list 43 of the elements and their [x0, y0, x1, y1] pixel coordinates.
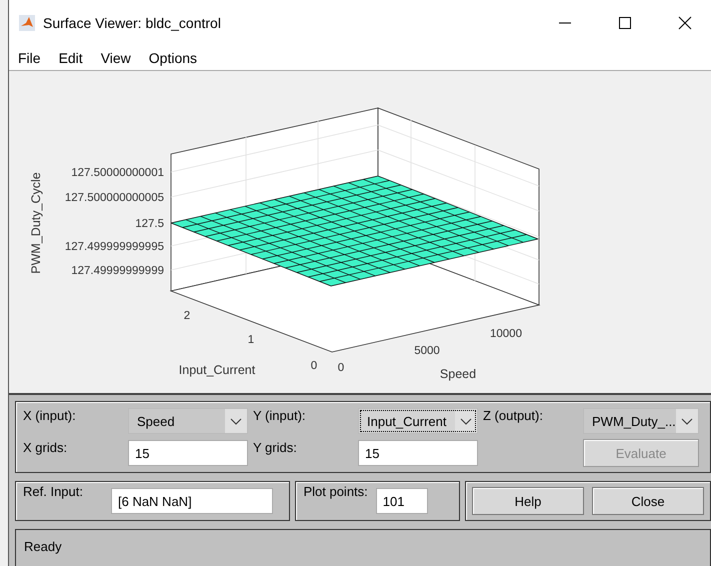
grids-field[interactable]: 15: [128, 440, 248, 466]
menu-item[interactable]: View: [92, 50, 140, 66]
z-tick-label: 127.499999999995: [64, 241, 164, 253]
z-tick-label: 127.49999999999: [71, 265, 164, 277]
status-text: Ready: [15, 529, 711, 566]
menu-item[interactable]: File: [9, 50, 50, 66]
dialog-button[interactable]: Help: [472, 487, 584, 515]
close-icon: [678, 16, 692, 30]
caret-icon: [455, 409, 477, 433]
x-tick-label: 0: [338, 362, 344, 374]
plot-points-field[interactable]: 101: [376, 488, 428, 514]
grids-field[interactable]: 15: [358, 440, 478, 466]
y-tick-label: 2: [184, 310, 190, 322]
ref-input-label: Ref. Input:: [23, 483, 83, 499]
dropdown[interactable]: Speed: [128, 408, 248, 434]
ref-input-field[interactable]: [6 NaN NaN]: [110, 488, 273, 514]
selector-label: X (input):: [23, 407, 77, 423]
selector-label: Y (input):: [253, 407, 307, 423]
maximize-icon: [618, 16, 632, 30]
grids-label: X grids:: [23, 439, 68, 455]
menu-item[interactable]: Options: [140, 50, 206, 66]
app-logo-icon: [19, 14, 35, 30]
caret-icon: [676, 409, 698, 433]
z-axis-label: PWM_Duty_Cycle: [29, 172, 43, 274]
y-tick-label: 0: [310, 360, 318, 372]
y-axis-label: Input_Current: [178, 363, 256, 377]
minimize-icon: [559, 22, 571, 24]
z-tick-label: 127.50000000001: [71, 167, 164, 179]
x-tick-label: 10000: [490, 328, 522, 340]
z-tick-label: 127.500000000005: [64, 192, 164, 204]
y-tick-label: 1: [248, 334, 254, 346]
selector-label: Z (output):: [483, 407, 544, 423]
grids-label: Y grids:: [253, 439, 298, 455]
x-axis-label: Speed: [440, 367, 476, 381]
dropdown[interactable]: Input_Current: [358, 408, 478, 434]
window-title: Surface Viewer: bldc_control: [43, 14, 222, 30]
caret-icon: [225, 409, 247, 433]
plot-points-label: Plot points:: [303, 483, 368, 499]
x-tick-label: 5000: [414, 345, 440, 357]
dropdown[interactable]: PWM_Duty_...: [583, 408, 699, 434]
menu-item[interactable]: Edit: [50, 50, 92, 66]
dialog-button[interactable]: Close: [592, 487, 704, 515]
z-tick-label: 127.5: [135, 218, 164, 230]
